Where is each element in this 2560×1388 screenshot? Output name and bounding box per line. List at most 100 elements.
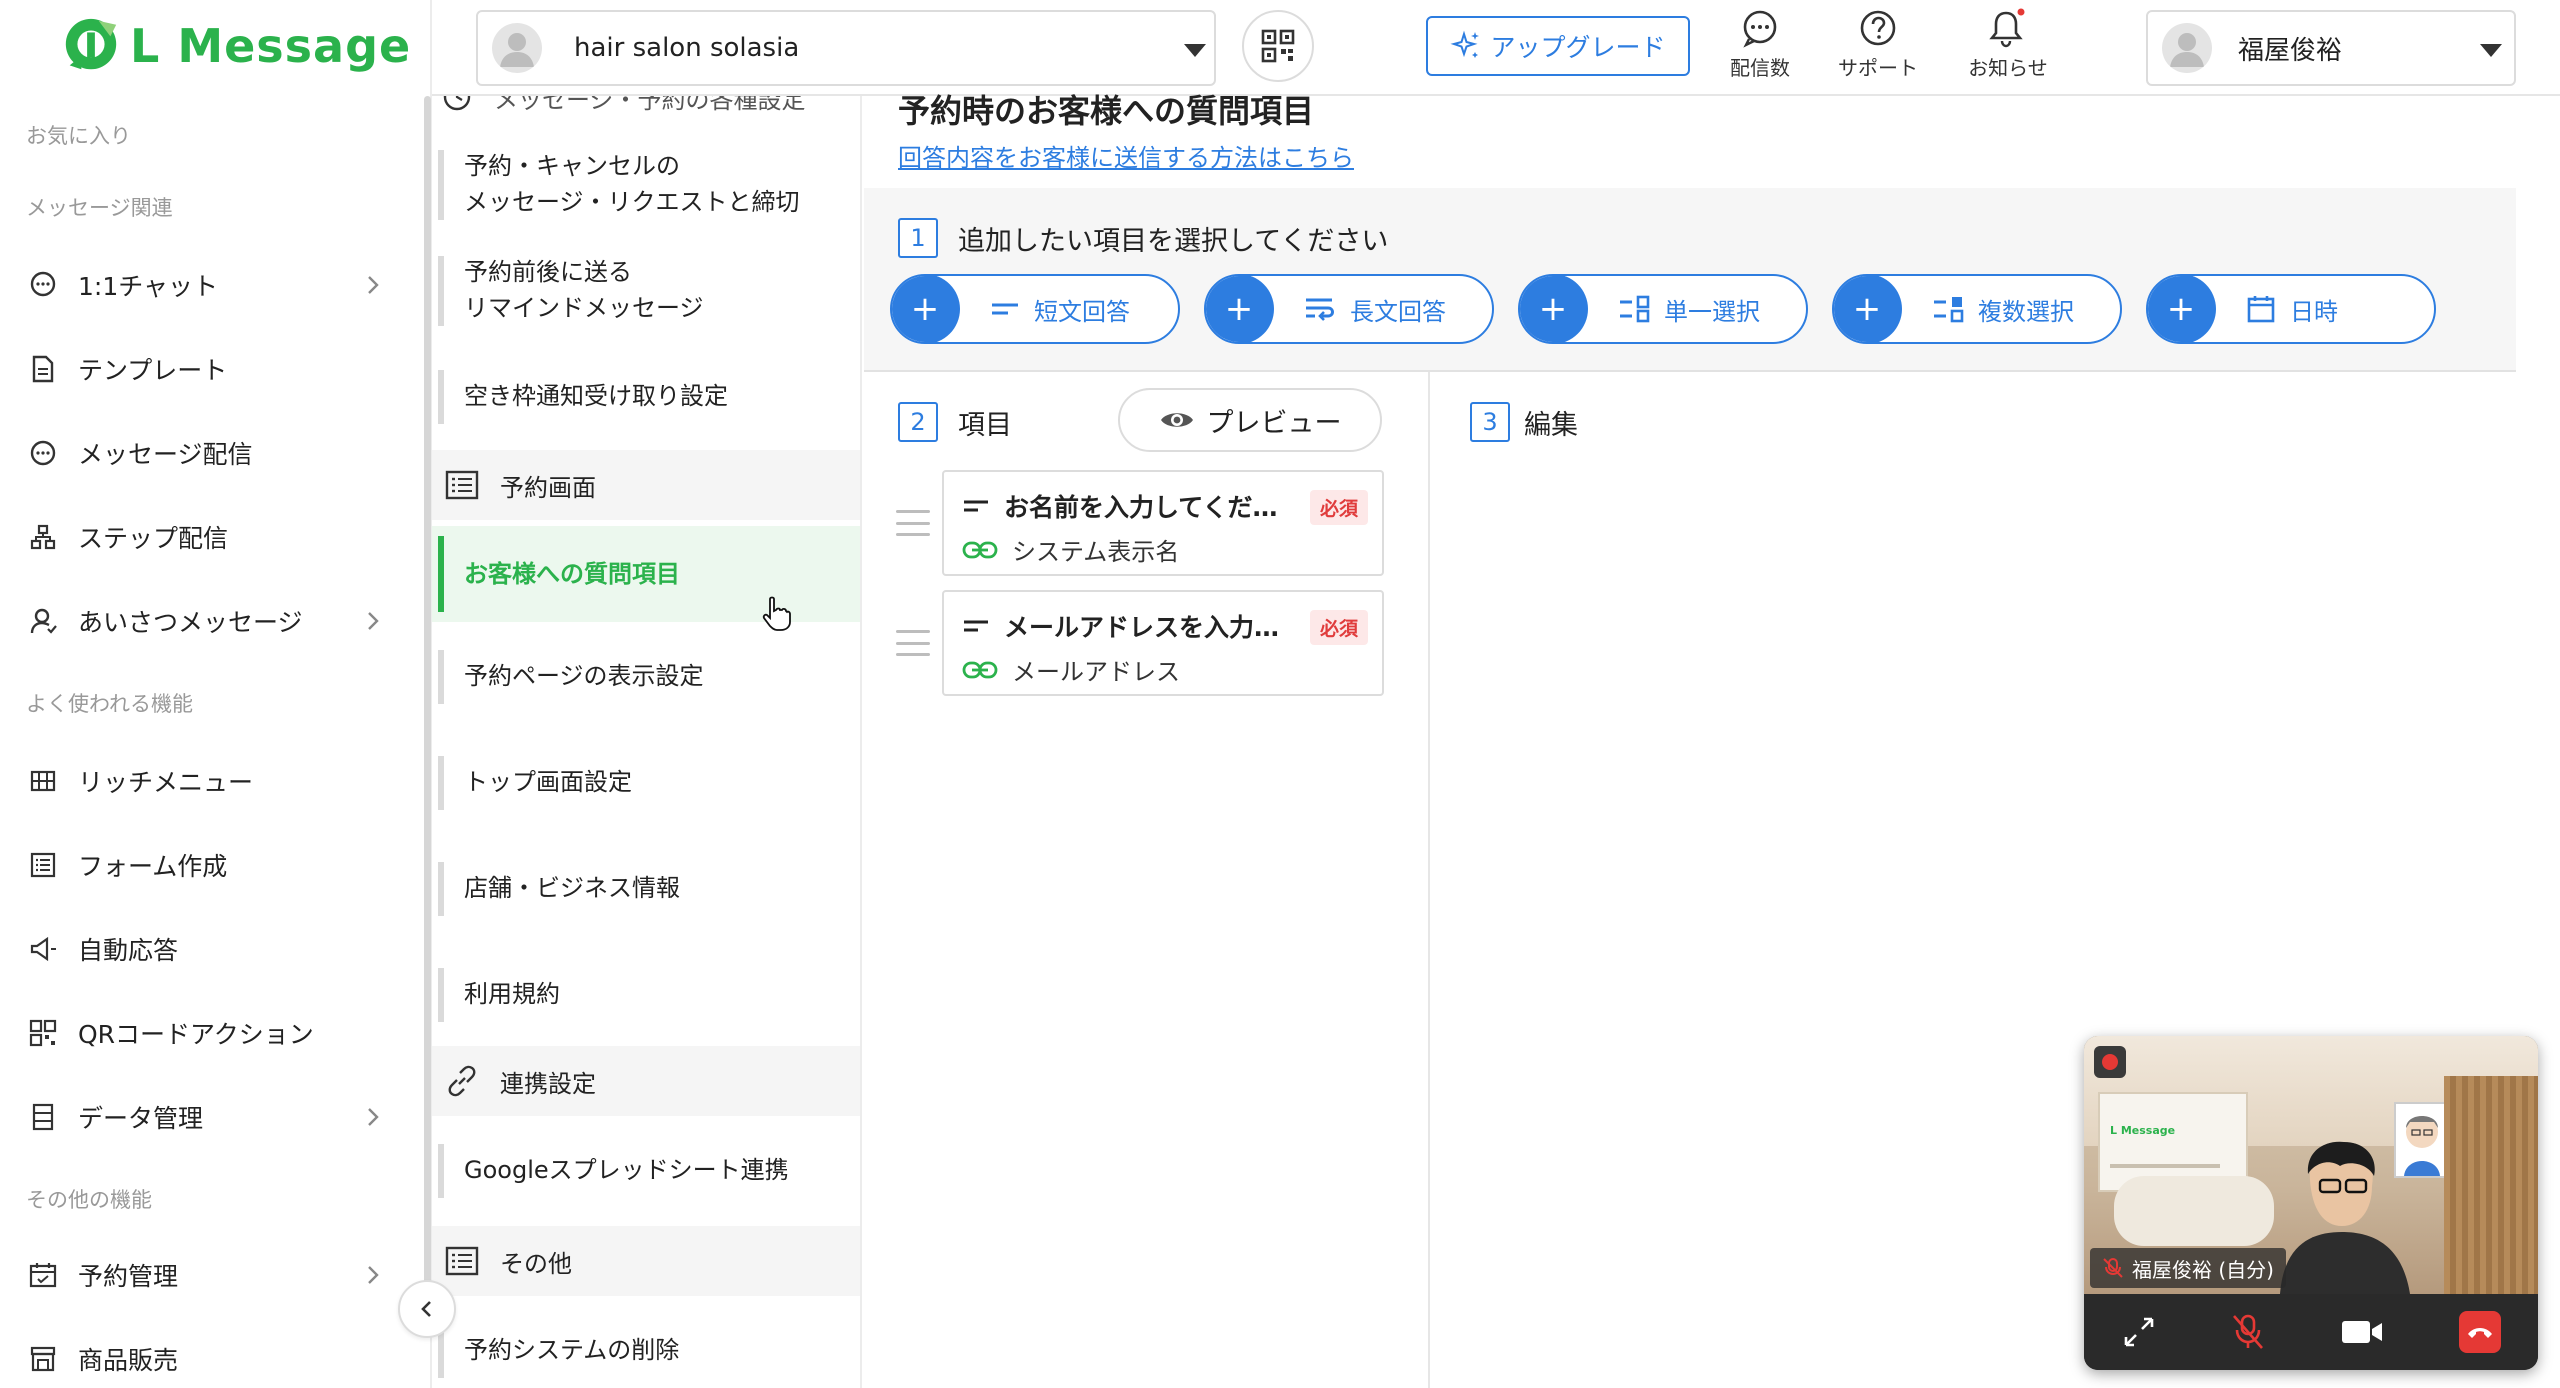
plus-icon: + (1834, 276, 1902, 342)
sidebar-item-template[interactable]: テンプレート (0, 334, 420, 404)
add-single-select-button[interactable]: + 単一選択 (1518, 274, 1808, 344)
long-text-icon (1306, 298, 1334, 321)
subnav-label: トップ画面設定 (464, 768, 632, 796)
mic-muted-icon[interactable] (2231, 1313, 2265, 1351)
step3-label: 編集 (1524, 409, 1578, 441)
preview-button[interactable]: プレビュー (1118, 388, 1382, 452)
video-call-overlay[interactable]: L Message 福屋俊裕 (自分) (2084, 1036, 2538, 1370)
drag-handle-icon[interactable] (896, 630, 930, 656)
subnav-item-delete-system[interactable]: 予約システムの削除 (432, 1316, 860, 1386)
required-badge: 必須 (1309, 490, 1368, 525)
subnav-group-booking-screen: 予約画面 (432, 450, 860, 520)
sidebar-item-message-delivery[interactable]: メッセージ配信 (0, 418, 420, 488)
logo-text: L Message (130, 19, 412, 73)
sidebar-item-greeting[interactable]: あいさつメッセージ (0, 586, 420, 656)
record-indicator-icon (2094, 1046, 2126, 1078)
add-datetime-button[interactable]: + 日時 (2146, 274, 2436, 344)
subnav-item-top-screen[interactable]: トップ画面設定 (432, 748, 860, 818)
subnav-label: Googleスプレッドシート連携 (464, 1156, 789, 1184)
eye-icon (1160, 413, 1193, 427)
logo-mark-icon (65, 18, 117, 70)
sidebar-item-label: 予約管理 (78, 1262, 179, 1291)
sidebar-scrollbar[interactable] (424, 96, 431, 1296)
notifications-label: お知らせ (1968, 56, 2048, 80)
user-avatar (2162, 23, 2212, 73)
drag-handle-icon[interactable] (896, 510, 930, 536)
add-short-text-button[interactable]: + 短文回答 (890, 274, 1180, 344)
sidebar-item-chat[interactable]: 1:1チャット (0, 250, 420, 320)
chevron-right-icon (368, 1266, 379, 1284)
subnav-item-google-sheets[interactable]: Googleスプレッドシート連携 (432, 1136, 860, 1206)
subnav-item-vacancy[interactable]: 空き枠通知受け取り設定 (432, 362, 860, 432)
step-icon (28, 522, 58, 552)
sidebar-item-label: メッセージ配信 (78, 440, 253, 469)
section-other: その他の機能 (26, 1188, 152, 1212)
end-call-button[interactable] (2458, 1311, 2501, 1353)
sidebar-item-rich-menu[interactable]: リッチメニュー (0, 746, 420, 816)
add-button-label: 短文回答 (1034, 297, 1130, 326)
user-menu[interactable]: 福屋俊裕 (2146, 10, 2516, 86)
subnav-item-store-info[interactable]: 店舗・ビジネス情報 (432, 854, 860, 924)
add-button-label: 複数選択 (1978, 297, 2074, 326)
subnav-group-integrations: 連携設定 (432, 1046, 860, 1116)
user-name: 福屋俊裕 (2238, 35, 2343, 66)
sidebar-item-form[interactable]: フォーム作成 (0, 830, 420, 900)
question-item-card[interactable]: メールアドレスを入力… 必須 メールアドレス (942, 590, 1384, 696)
step2-label: 項目 (958, 409, 1012, 441)
help-link[interactable]: 回答内容をお客様に送信する方法はこちら (898, 138, 1354, 173)
subnav-item-questions[interactable]: お客様への質問項目 (432, 526, 860, 622)
add-multi-select-button[interactable]: + 複数選択 (1832, 274, 2122, 344)
subnav-label: メッセージ・予約の各種設定 (494, 96, 806, 114)
account-avatar (492, 23, 542, 73)
delivery-count-button[interactable]: 配信数 (1700, 8, 1820, 88)
question-item-card[interactable]: お名前を入力してくだ… 必須 システム表示名 (942, 470, 1384, 576)
sofa (2114, 1176, 2274, 1246)
qr-icon (1261, 29, 1295, 63)
qr-code-button[interactable] (1242, 10, 1314, 82)
subnav-item-terms[interactable]: 利用規約 (432, 960, 860, 1030)
plus-icon: + (2148, 276, 2216, 342)
form-icon (28, 850, 58, 880)
plus-icon: + (892, 276, 960, 342)
brand-logo[interactable]: L Message (60, 14, 411, 78)
sparkle-icon (1451, 30, 1480, 58)
section-favorites: お気に入り (26, 124, 131, 148)
chevron-right-icon (368, 1108, 379, 1126)
subnav-label-line2: リマインドメッセージ (464, 294, 704, 322)
sidebar-item-qr-action[interactable]: QRコードアクション (0, 998, 420, 1068)
mic-muted-icon (2103, 1258, 2123, 1278)
add-button-label: 日時 (2290, 297, 2338, 326)
sidebar-item-label: 商品販売 (78, 1346, 179, 1375)
sidebar-item-label: フォーム作成 (78, 852, 228, 881)
sidebar-item-step-delivery[interactable]: ステップ配信 (0, 502, 420, 572)
support-button[interactable]: サポート (1818, 8, 1938, 88)
subnav-item-top-partial[interactable]: メッセージ・予約の各種設定 (432, 96, 860, 122)
notifications-button[interactable]: お知らせ (1948, 8, 2068, 88)
chevron-down-icon (2480, 44, 2502, 57)
subnav-item-cancel-message[interactable]: 予約・キャンセルの メッセージ・リクエストと締切 (432, 140, 860, 230)
poster-logo-text: L Message (2110, 1124, 2176, 1137)
sidebar-item-product-sales[interactable]: 商品販売 (0, 1324, 420, 1388)
subnav-label-line2: メッセージ・リクエストと締切 (464, 188, 800, 216)
expand-icon[interactable] (2122, 1315, 2156, 1349)
sidebar-item-reservation[interactable]: 予約管理 (0, 1240, 420, 1310)
short-text-icon (964, 620, 988, 632)
upgrade-button[interactable]: アップグレード (1426, 16, 1690, 76)
sidebar-item-data[interactable]: データ管理 (0, 1082, 420, 1152)
question-item-link-field: メールアドレス (1012, 658, 1180, 686)
account-select[interactable]: hair salon solasia (476, 10, 1216, 86)
sidebar-item-auto-reply[interactable]: 自動応答 (0, 914, 420, 984)
section-message: メッセージ関連 (26, 196, 173, 220)
step1-header: 1 追加したい項目を選択してください (898, 218, 1388, 258)
plus-icon: + (1206, 276, 1274, 342)
subnav-item-reminder[interactable]: 予約前後に送る リマインドメッセージ (432, 246, 860, 336)
subnav-group-label: 連携設定 (500, 1069, 596, 1098)
add-long-text-button[interactable]: + 長文回答 (1204, 274, 1494, 344)
step3-header: 3 編集 (1470, 402, 1578, 442)
camera-icon[interactable] (2340, 1317, 2384, 1347)
question-item-title: メールアドレスを入力… (1004, 613, 1280, 642)
collapse-sidebar-button[interactable] (398, 1280, 456, 1338)
sidebar-item-label: テンプレート (78, 356, 228, 385)
subnav-item-page-display[interactable]: 予約ページの表示設定 (432, 642, 860, 712)
participant-name: 福屋俊裕 (自分) (2132, 1257, 2274, 1282)
